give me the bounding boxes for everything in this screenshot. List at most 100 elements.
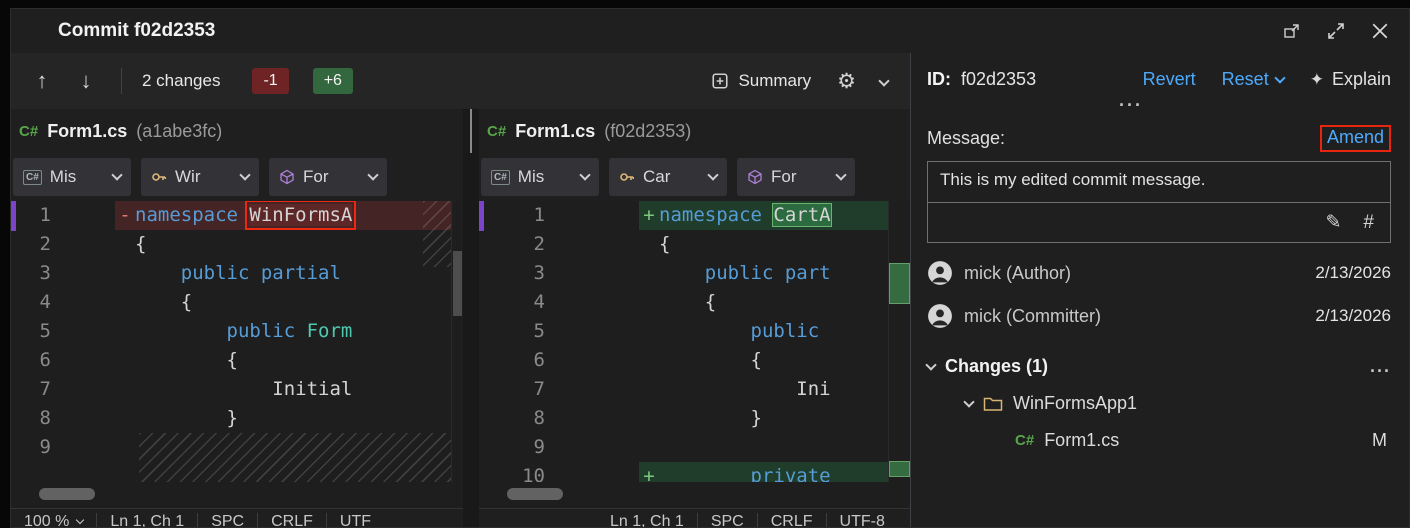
line-number[interactable]: 9 (479, 433, 551, 462)
diff-pane-before: C# Form1.cs (a1abe3fc) C# Mis Wir For 1 … (11, 109, 463, 527)
line-number[interactable]: 9 (11, 433, 57, 462)
collapse-chevron-icon (925, 358, 937, 371)
diff-settings-button[interactable]: ⚙ (831, 69, 862, 94)
code-line[interactable]: 2{ (11, 230, 451, 259)
line-number[interactable]: 2 (11, 230, 57, 259)
chevron-down-icon (878, 75, 890, 87)
close-button[interactable] (1365, 16, 1395, 46)
line-number[interactable]: 4 (11, 288, 57, 317)
previous-change-button[interactable]: ↑ (25, 64, 59, 98)
summary-button[interactable]: Summary (701, 65, 821, 97)
code-line[interactable]: 4 { (479, 288, 888, 317)
diff-options-dropdown[interactable] (872, 72, 896, 90)
project-dropdown[interactable]: C# Mis (481, 158, 599, 196)
line-number[interactable]: 2 (479, 230, 551, 259)
code-line[interactable]: 6 { (479, 346, 888, 375)
editor-status-bar: 100 % Ln 1, Ch 1 SPC CRLF UTF (11, 508, 463, 527)
code-line[interactable]: 3 public partial (11, 259, 451, 288)
scrollbar-thumb[interactable] (453, 251, 462, 316)
type-dropdown[interactable]: Car (609, 158, 727, 196)
member-dropdown[interactable]: For (269, 158, 387, 196)
code-line[interactable]: 1 + namespace CartA (479, 201, 888, 230)
code-line[interactable]: 1 - namespace WinFormsA (11, 201, 451, 230)
code-line[interactable]: 3 public part (479, 259, 888, 288)
close-icon (1372, 23, 1388, 39)
generate-message-icon[interactable]: ✎ (1326, 211, 1342, 234)
float-window-icon (1284, 24, 1299, 38)
commit-message-input[interactable]: This is my edited commit message. (928, 162, 1390, 202)
reset-dropdown[interactable]: Reset (1222, 69, 1286, 90)
pane-splitter[interactable] (470, 109, 472, 153)
tree-folder-row[interactable]: WinFormsApp1 (927, 393, 1391, 414)
line-number[interactable]: 8 (11, 404, 57, 433)
tree-file-row[interactable]: C# Form1.cs M (927, 430, 1391, 451)
code-token: Form (306, 320, 353, 342)
code-line[interactable]: 6 { (11, 346, 451, 375)
code-line[interactable]: 9 (11, 433, 451, 462)
diff-region: ↑ ↓ 2 changes -1 +6 Summary ⚙ C# Form1.c… (11, 53, 911, 527)
code-token: public (180, 262, 250, 284)
line-number[interactable]: 6 (11, 346, 57, 375)
float-window-button[interactable] (1277, 16, 1307, 46)
code-token: { (135, 349, 238, 371)
type-dropdown[interactable]: Wir (141, 158, 259, 196)
revert-link[interactable]: Revert (1143, 69, 1196, 90)
author-row: mick (Author) 2/13/2026 (927, 260, 1391, 286)
amend-link[interactable]: Amend (1327, 127, 1384, 147)
code-line[interactable]: 4 { (11, 288, 451, 317)
code-token: Ini (659, 378, 831, 400)
line-number[interactable]: 10 (479, 462, 551, 482)
commit-details-panel: ID: f02d2353 Revert Reset ✦ Explain ... … (911, 53, 1409, 527)
changes-section-header[interactable]: Changes (1) ... (925, 356, 1391, 377)
toolbar-separator (121, 68, 122, 94)
commit-ref: (a1abe3fc) (136, 120, 223, 141)
changes-count-label: 2 changes (142, 71, 221, 90)
next-change-button[interactable]: ↓ (69, 64, 103, 98)
changed-file-name: Form1.cs (1044, 430, 1120, 450)
line-number[interactable]: 7 (479, 375, 551, 404)
code-line[interactable]: 8 } (11, 404, 451, 433)
code-line[interactable]: 10 + private (479, 462, 888, 482)
author-date: 2/13/2026 (1315, 263, 1391, 282)
folder-name: WinFormsApp1 (1013, 393, 1138, 413)
line-number[interactable]: 5 (11, 317, 57, 346)
whitespace-indicator: SPC (197, 512, 257, 527)
diff-addition-mark (889, 461, 910, 477)
code-line[interactable]: 7 Initial (11, 375, 451, 404)
diff-marker: - (119, 204, 131, 226)
scrollbar-thumb[interactable] (39, 488, 95, 500)
scrollbar-thumb[interactable] (507, 488, 563, 500)
code-line[interactable]: 7 Ini (479, 375, 888, 404)
window-title: Commit f02d2353 (58, 20, 216, 41)
collapse-chevron-icon (963, 395, 975, 408)
line-number[interactable]: 6 (479, 346, 551, 375)
code-editor-before[interactable]: 1- namespace WinFormsA 2{3 public partial 4… (11, 201, 451, 482)
line-number[interactable]: 3 (479, 259, 551, 288)
code-line[interactable]: 2{ (479, 230, 888, 259)
line-number[interactable]: 5 (479, 317, 551, 346)
explain-button[interactable]: ✦ Explain (1310, 69, 1391, 90)
expand-button[interactable] (1321, 16, 1351, 46)
member-dropdown-label: For (771, 167, 797, 186)
commit-message-toolbar: ✎ # (928, 202, 1390, 242)
line-number[interactable]: 3 (11, 259, 57, 288)
line-number[interactable]: 1 (479, 201, 551, 230)
code-line[interactable]: 8 } (479, 404, 888, 433)
code-editor-after[interactable]: 1 + namespace CartA 2{3 public part 4 {5 pub… (479, 201, 888, 482)
code-line[interactable]: 5 public Form (11, 317, 451, 346)
line-number[interactable]: 4 (479, 288, 551, 317)
changes-more-button[interactable]: ... (1370, 356, 1391, 377)
line-number[interactable]: 8 (479, 404, 551, 433)
line-number[interactable]: 7 (11, 375, 57, 404)
code-line[interactable]: 9 (479, 433, 888, 462)
chevron-down-icon (1274, 71, 1286, 84)
line-number[interactable]: 1 (11, 201, 57, 230)
work-item-hash-icon[interactable]: # (1363, 212, 1374, 234)
project-dropdown[interactable]: C# Mis (13, 158, 131, 196)
more-actions-button[interactable]: ... (927, 90, 1391, 111)
zoom-dropdown[interactable]: 100 % (11, 513, 96, 527)
member-dropdown[interactable]: For (737, 158, 855, 196)
code-line[interactable]: 5 public (479, 317, 888, 346)
